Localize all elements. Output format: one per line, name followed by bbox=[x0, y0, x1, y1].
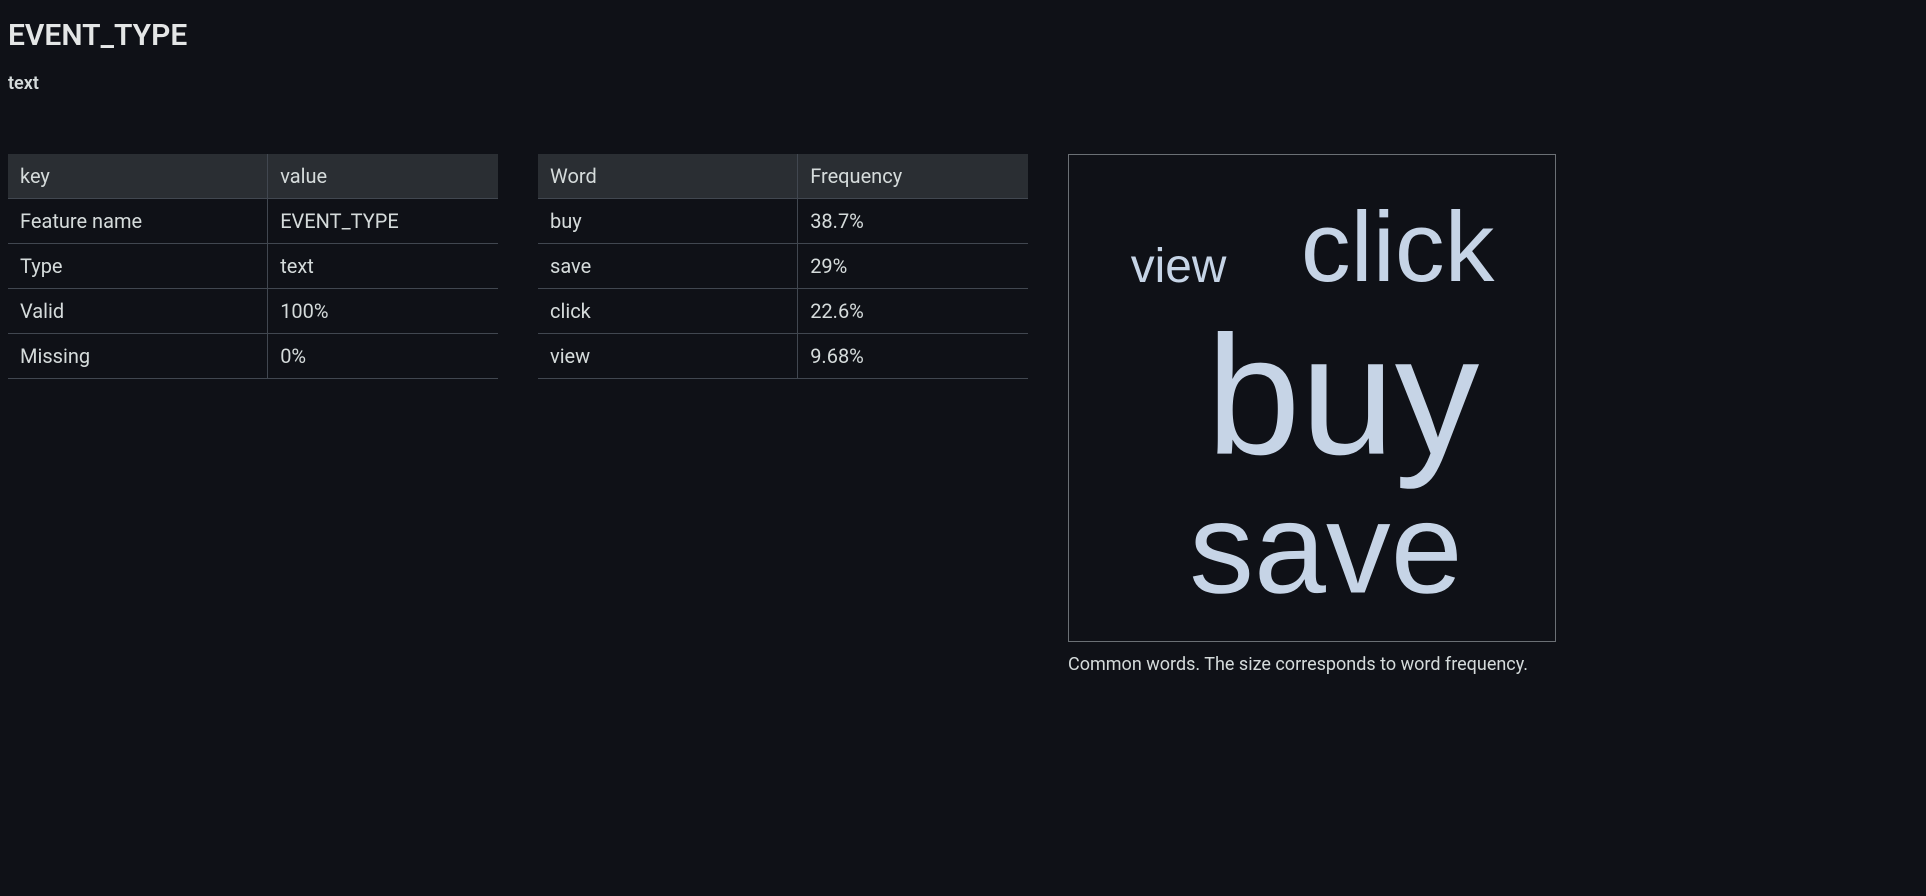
table-row: click 22.6% bbox=[538, 289, 1028, 334]
content-row: key value Feature name EVENT_TYPE Type t… bbox=[8, 154, 1918, 675]
freq-cell-frequency: 22.6% bbox=[798, 289, 1028, 334]
freq-cell-word: save bbox=[538, 244, 798, 289]
table-row: Type text bbox=[8, 244, 498, 289]
page-root: EVENT_TYPE text key value Feature name E… bbox=[0, 0, 1926, 675]
freq-cell-word: click bbox=[538, 289, 798, 334]
freq-cell-frequency: 9.68% bbox=[798, 334, 1028, 379]
freq-cell-word: view bbox=[538, 334, 798, 379]
freq-cell-frequency: 38.7% bbox=[798, 199, 1028, 244]
summary-cell-value: 0% bbox=[268, 334, 498, 379]
summary-cell-value: 100% bbox=[268, 289, 498, 334]
freq-cell-frequency: 29% bbox=[798, 244, 1028, 289]
summary-table: key value Feature name EVENT_TYPE Type t… bbox=[8, 154, 498, 379]
freq-header-frequency: Frequency bbox=[798, 154, 1028, 199]
wordcloud-panel: view click buy save Common words. The si… bbox=[1068, 154, 1558, 675]
freq-header-word: Word bbox=[538, 154, 798, 199]
summary-cell-value: text bbox=[268, 244, 498, 289]
wordcloud-word-click: click bbox=[1301, 192, 1495, 303]
wordcloud-word-buy: buy bbox=[1206, 301, 1479, 490]
summary-cell-key: Feature name bbox=[8, 199, 268, 244]
summary-header-key: key bbox=[8, 154, 268, 199]
summary-cell-key: Valid bbox=[8, 289, 268, 334]
summary-cell-key: Type bbox=[8, 244, 268, 289]
freq-cell-word: buy bbox=[538, 199, 798, 244]
table-header-row: Word Frequency bbox=[538, 154, 1028, 199]
wordcloud-word-save: save bbox=[1189, 477, 1462, 621]
table-row: buy 38.7% bbox=[538, 199, 1028, 244]
wordcloud-caption: Common words. The size corresponds to wo… bbox=[1068, 654, 1558, 675]
table-row: Valid 100% bbox=[8, 289, 498, 334]
wordcloud-word-view: view bbox=[1131, 240, 1227, 293]
page-subtitle: text bbox=[8, 73, 1918, 94]
summary-cell-value: EVENT_TYPE bbox=[268, 199, 498, 244]
table-row: Missing 0% bbox=[8, 334, 498, 379]
table-row: view 9.68% bbox=[538, 334, 1028, 379]
page-title: EVENT_TYPE bbox=[8, 18, 1918, 53]
summary-cell-key: Missing bbox=[8, 334, 268, 379]
frequency-table: Word Frequency buy 38.7% save 29% click … bbox=[538, 154, 1028, 379]
table-header-row: key value bbox=[8, 154, 498, 199]
table-row: save 29% bbox=[538, 244, 1028, 289]
wordcloud: view click buy save bbox=[1068, 154, 1556, 642]
summary-header-value: value bbox=[268, 154, 498, 199]
table-row: Feature name EVENT_TYPE bbox=[8, 199, 498, 244]
